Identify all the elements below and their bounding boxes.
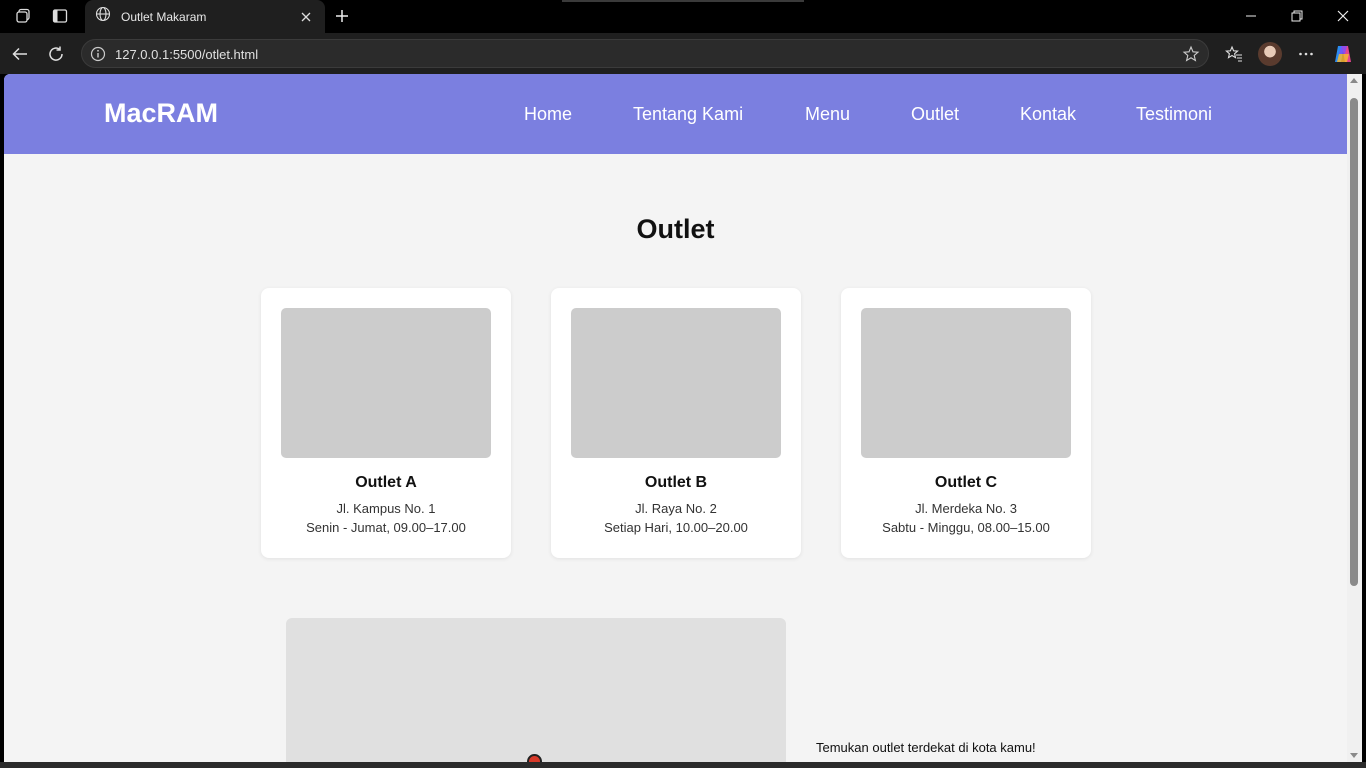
page-title: Outlet <box>636 214 715 244</box>
outlet-card: Outlet C Jl. Merdeka No. 3 Sabtu - Mingg… <box>841 288 1091 558</box>
outlet-address: Jl. Merdeka No. 3 <box>915 501 1017 516</box>
page-scrollbar[interactable] <box>1347 74 1362 762</box>
window-bottom-edge <box>0 762 1366 768</box>
outlet-image-placeholder <box>861 308 1071 458</box>
outlet-image-placeholder <box>281 308 491 458</box>
scrollbar-thumb[interactable] <box>1350 98 1358 586</box>
more-options-icon[interactable] <box>1293 41 1319 67</box>
minimize-icon[interactable] <box>1231 4 1271 28</box>
outlet-name: Outlet B <box>644 474 708 491</box>
nav-link-menu[interactable]: Menu <box>805 104 850 125</box>
scroll-down-arrow-icon[interactable] <box>1350 753 1358 758</box>
outlet-hours: Sabtu - Minggu, 08.00–15.00 <box>882 520 1050 535</box>
outlet-hours: Senin - Jumat, 09.00–17.00 <box>306 520 466 535</box>
address-bar[interactable]: 127.0.0.1:5500/otlet.html <box>81 39 1209 68</box>
outlet-card: Outlet B Jl. Raya No. 2 Setiap Hari, 10.… <box>551 288 801 558</box>
profile-avatar[interactable] <box>1258 42 1282 66</box>
close-tab-icon[interactable] <box>297 8 315 26</box>
nav-link-tentang-kami[interactable]: Tentang Kami <box>633 104 743 125</box>
tab-actions-icon[interactable] <box>48 4 72 28</box>
url-text: 127.0.0.1:5500/otlet.html <box>115 47 259 62</box>
outlet-address: Jl. Raya No. 2 <box>635 501 717 516</box>
favorites-icon[interactable] <box>1221 41 1247 67</box>
map-pin-icon[interactable] <box>527 754 542 762</box>
tab-title: Outlet Makaram <box>121 9 207 24</box>
globe-icon <box>95 6 111 27</box>
nav-link-outlet[interactable]: Outlet <box>911 104 959 125</box>
outlet-map[interactable] <box>286 618 786 762</box>
outlet-address: Jl. Kampus No. 1 <box>336 501 436 516</box>
close-window-icon[interactable] <box>1323 4 1363 28</box>
new-tab-icon[interactable] <box>330 4 354 28</box>
window-drag-indicator <box>562 0 804 2</box>
refresh-icon[interactable] <box>43 41 69 67</box>
workspaces-icon[interactable] <box>12 4 36 28</box>
outlet-hours: Setiap Hari, 10.00–20.00 <box>604 520 748 535</box>
map-caption: Temukan outlet terdekat di kota kamu! <box>816 740 1036 755</box>
copilot-icon[interactable] <box>1330 41 1356 67</box>
favorite-star-icon[interactable] <box>1182 45 1200 63</box>
page-viewport: MacRAM Home Tentang Kami Menu Outlet Kon… <box>4 74 1347 762</box>
scroll-up-arrow-icon[interactable] <box>1350 78 1358 83</box>
nav-link-home[interactable]: Home <box>524 104 572 125</box>
back-icon[interactable] <box>7 41 33 67</box>
outlet-card: Outlet A Jl. Kampus No. 1 Senin - Jumat,… <box>261 288 511 558</box>
site-info-icon[interactable] <box>90 46 106 62</box>
outlet-name: Outlet A <box>355 474 417 491</box>
browser-titlebar: Outlet Makaram <box>0 0 1366 33</box>
outlet-image-placeholder <box>571 308 781 458</box>
site-logo[interactable]: MacRAM <box>104 98 218 129</box>
outlet-name: Outlet C <box>934 474 998 491</box>
browser-toolbar: 127.0.0.1:5500/otlet.html <box>0 33 1366 74</box>
browser-tab[interactable]: Outlet Makaram <box>85 0 325 33</box>
restore-icon[interactable] <box>1277 4 1317 28</box>
nav-link-testimoni[interactable]: Testimoni <box>1136 104 1212 125</box>
site-header: MacRAM Home Tentang Kami Menu Outlet Kon… <box>4 74 1347 154</box>
nav-link-kontak[interactable]: Kontak <box>1020 104 1076 125</box>
